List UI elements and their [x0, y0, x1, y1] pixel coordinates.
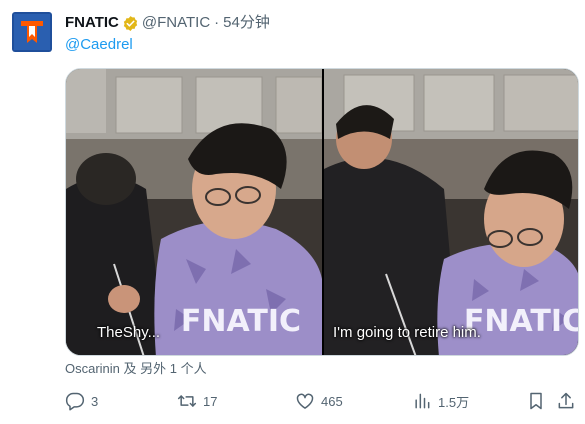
- like-count: 465: [321, 393, 343, 409]
- views-button[interactable]: 1.5万: [412, 388, 469, 414]
- repost-count: 17: [203, 393, 218, 409]
- reply-button[interactable]: 3: [65, 388, 98, 414]
- repost-icon: [177, 395, 197, 407]
- view-count: 1.5万: [438, 394, 470, 410]
- reply-icon: [65, 392, 85, 411]
- views-chart-icon: [415, 393, 430, 409]
- heart-icon: [296, 393, 314, 409]
- action-bar: 3 17 465 1.5万: [60, 388, 580, 414]
- media-photo-left[interactable]: FNATIC TheShy...: [66, 69, 322, 355]
- timestamp[interactable]: 54分钟: [223, 13, 270, 33]
- tweet-header: FNATIC @FNATIC · 54分钟: [65, 13, 270, 33]
- media-container[interactable]: FNATIC TheShy... FNATIC I'm going to ret…: [65, 68, 579, 356]
- bookmark-button[interactable]: [526, 388, 546, 414]
- video-caption-left: TheShy...: [97, 324, 161, 341]
- shirt-logo-text-right: FNATIC: [464, 304, 579, 339]
- avatar[interactable]: [12, 12, 52, 52]
- verified-badge-icon: [122, 15, 139, 32]
- share-icon: [558, 392, 574, 409]
- handle[interactable]: @FNATIC: [142, 13, 210, 33]
- bookmark-icon: [530, 392, 542, 410]
- reply-mention[interactable]: @Caedrel: [65, 35, 133, 55]
- media-photo-right[interactable]: FNATIC I'm going to retire him.: [324, 69, 579, 355]
- liked-by-text[interactable]: Oscarinin 及 另外 1 个人: [65, 361, 207, 377]
- separator-dot: ·: [214, 14, 220, 31]
- shirt-logo-text-left: FNATIC: [181, 304, 301, 339]
- repost-button[interactable]: 17: [177, 388, 217, 414]
- like-button[interactable]: 465: [295, 388, 343, 414]
- display-name[interactable]: FNATIC: [65, 13, 119, 33]
- reply-count: 3: [91, 393, 99, 409]
- video-caption-right: I'm going to retire him.: [333, 324, 481, 341]
- share-button[interactable]: [556, 388, 576, 414]
